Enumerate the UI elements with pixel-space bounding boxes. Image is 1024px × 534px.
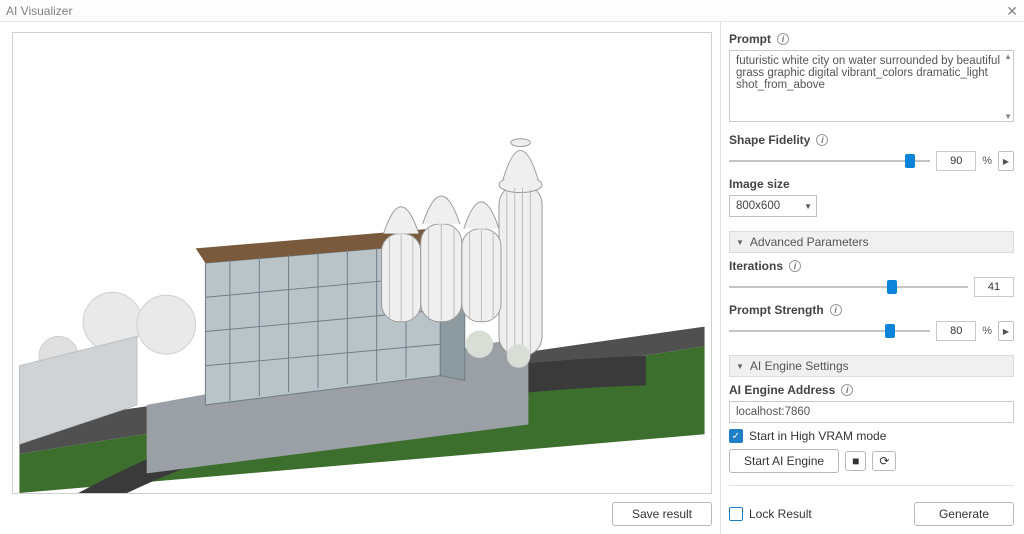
engine-address-input[interactable]: [729, 401, 1014, 423]
engine-address-row: AI Engine Address i: [729, 383, 1014, 397]
iterations-label: Iterations: [729, 259, 783, 273]
right-panel: Prompt i ▲ ▼ Shape Fidelity i 90 % ▶ Ima…: [720, 22, 1024, 534]
prompt-area: ▲ ▼: [729, 50, 1014, 125]
generate-button[interactable]: Generate: [914, 502, 1014, 526]
triangle-down-icon: ▼: [736, 238, 744, 247]
image-size-select[interactable]: 800x600 ▼: [729, 195, 817, 217]
info-icon[interactable]: i: [777, 33, 789, 45]
scroll-down-icon[interactable]: ▼: [1004, 112, 1012, 121]
step-button[interactable]: ▶: [998, 151, 1014, 171]
prompt-label-row: Prompt i: [729, 32, 1014, 46]
high-vram-label: Start in High VRAM mode: [749, 429, 886, 443]
triangle-down-icon: ▼: [736, 362, 744, 371]
close-icon[interactable]: ✕: [1006, 4, 1018, 18]
refresh-button[interactable]: ⟳: [872, 451, 896, 471]
image-size-row: Image size: [729, 177, 1014, 191]
step-button[interactable]: ▶: [998, 321, 1014, 341]
left-panel: Save result: [0, 22, 720, 534]
shape-fidelity-row: Shape Fidelity i: [729, 133, 1014, 147]
shape-fidelity-slider-row: 90 % ▶: [729, 151, 1014, 171]
start-ai-engine-button[interactable]: Start AI Engine: [729, 449, 839, 473]
percent-label: %: [982, 325, 992, 337]
prompt-label: Prompt: [729, 32, 771, 46]
window-title: AI Visualizer: [6, 4, 72, 18]
viewport-canvas[interactable]: [12, 32, 712, 494]
engine-buttons-row: Start AI Engine ■ ⟳: [729, 449, 1014, 473]
prompt-strength-slider[interactable]: [729, 323, 930, 339]
prompt-strength-label: Prompt Strength: [729, 303, 824, 317]
iterations-value[interactable]: 41: [974, 277, 1014, 297]
prompt-strength-value[interactable]: 80: [936, 321, 976, 341]
shape-fidelity-value[interactable]: 90: [936, 151, 976, 171]
lock-result-label: Lock Result: [749, 507, 812, 521]
shape-fidelity-label: Shape Fidelity: [729, 133, 810, 147]
percent-label: %: [982, 155, 992, 167]
stop-button[interactable]: ■: [845, 451, 866, 471]
info-icon[interactable]: i: [789, 260, 801, 272]
info-icon[interactable]: i: [816, 134, 828, 146]
iterations-slider-row: 41: [729, 277, 1014, 297]
right-footer: Lock Result Generate: [729, 498, 1014, 526]
prompt-strength-row: Prompt Strength i: [729, 303, 1014, 317]
lock-result-checkbox[interactable]: [729, 507, 743, 521]
info-icon[interactable]: i: [830, 304, 842, 316]
prompt-strength-slider-row: 80 % ▶: [729, 321, 1014, 341]
ai-engine-settings-label: AI Engine Settings: [750, 359, 849, 373]
refresh-icon: ⟳: [879, 454, 889, 468]
advanced-parameters-header[interactable]: ▼ Advanced Parameters: [729, 231, 1014, 253]
scroll-up-icon[interactable]: ▲: [1004, 52, 1012, 61]
image-size-value: 800x600: [736, 200, 780, 212]
chevron-down-icon: ▼: [804, 202, 812, 211]
info-icon[interactable]: i: [841, 384, 853, 396]
image-size-label: Image size: [729, 177, 790, 191]
main-area: Save result Prompt i ▲ ▼ Shape Fidelity …: [0, 22, 1024, 534]
iterations-row: Iterations i: [729, 259, 1014, 273]
high-vram-row: ✓ Start in High VRAM mode: [729, 429, 1014, 443]
prompt-textarea[interactable]: [729, 50, 1014, 122]
iterations-slider[interactable]: [729, 279, 968, 295]
lock-result-row: Lock Result: [729, 507, 812, 521]
title-bar: AI Visualizer ✕: [0, 0, 1024, 22]
high-vram-checkbox[interactable]: ✓: [729, 429, 743, 443]
image-size-select-row: 800x600 ▼: [729, 195, 1014, 217]
shape-fidelity-slider[interactable]: [729, 153, 930, 169]
left-footer: Save result: [12, 494, 712, 526]
engine-address-label: AI Engine Address: [729, 383, 835, 397]
stop-icon: ■: [852, 454, 859, 468]
advanced-parameters-label: Advanced Parameters: [750, 235, 869, 249]
save-result-button[interactable]: Save result: [612, 502, 712, 526]
ai-engine-settings-header[interactable]: ▼ AI Engine Settings: [729, 355, 1014, 377]
